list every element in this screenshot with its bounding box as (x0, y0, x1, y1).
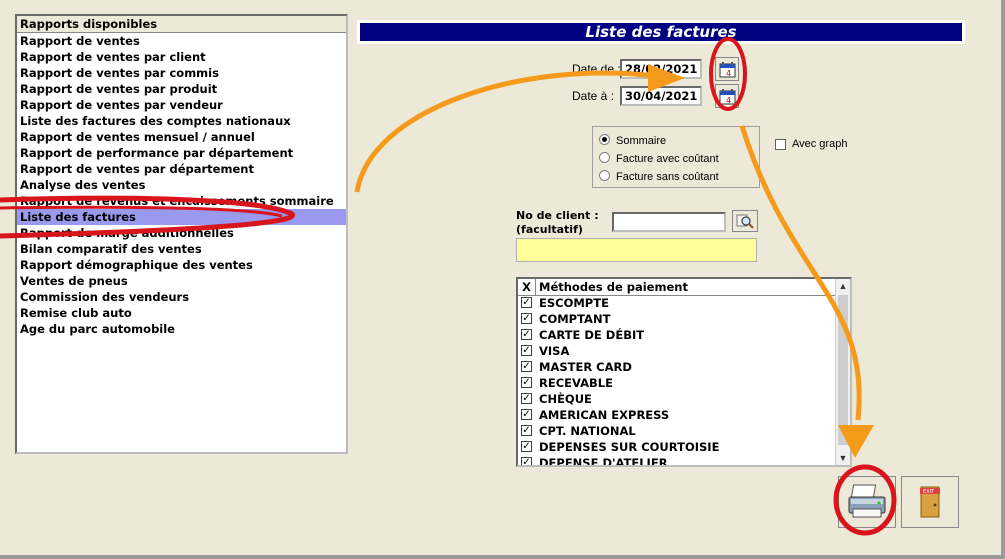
report-type-radio-group: Sommaire Facture avec coûtant Facture sa… (592, 126, 760, 188)
report-item[interactable]: Rapport démographique des ventes (17, 257, 346, 273)
payment-methods-header: X Méthodes de paiement (518, 279, 836, 296)
date-to-calendar-button[interactable]: 4 (715, 84, 739, 108)
payment-method-checkbox[interactable]: ✓ (521, 425, 532, 436)
payment-method-label: DEPENSE D'ATELIER (539, 456, 668, 467)
date-to-label: Date à : (572, 89, 615, 103)
radio-facture-avec-coutant[interactable]: Facture avec coûtant (599, 152, 719, 168)
report-item[interactable]: Bilan comparatif des ventes (17, 241, 346, 257)
reports-list[interactable]: Rapports disponibles Rapport de ventes Ra… (15, 14, 348, 454)
payment-method-label: VISA (539, 344, 570, 358)
scroll-thumb[interactable] (838, 295, 848, 445)
report-item[interactable]: Rapport de ventes par client (17, 49, 346, 65)
report-item[interactable]: Rapport de ventes par produit (17, 81, 346, 97)
radio-icon (599, 152, 610, 163)
payment-method-checkbox[interactable]: ✓ (521, 377, 532, 388)
payment-method-checkbox[interactable]: ✓ (521, 393, 532, 404)
date-from-field[interactable]: 28/02/2021 (620, 59, 702, 79)
payment-method-checkbox[interactable]: ✓ (521, 441, 532, 452)
payment-method-row[interactable]: ✓ RECEVABLE (518, 375, 836, 391)
scroll-down-icon[interactable]: ▼ (836, 451, 850, 465)
report-item[interactable]: Ventes de pneus (17, 273, 346, 289)
payment-method-label: ESCOMPTE (539, 296, 609, 310)
report-item[interactable]: Rapport de ventes par vendeur (17, 97, 346, 113)
report-item[interactable]: Remise club auto (17, 305, 346, 321)
payment-method-label: CARTE DE DÉBIT (539, 328, 645, 342)
report-item[interactable]: Rapport de ventes (17, 33, 346, 49)
payment-method-label: AMERICAN EXPRESS (539, 408, 670, 422)
report-item[interactable]: Rapport de ventes mensuel / annuel (17, 129, 346, 145)
page-title: Liste des factures (357, 20, 965, 44)
report-item[interactable]: Analyse des ventes (17, 177, 346, 193)
payment-method-row[interactable]: ✓ DEPENSES SUR COURTOISIE (518, 439, 836, 455)
payment-method-label: RECEVABLE (539, 376, 613, 390)
printer-icon (848, 484, 886, 518)
payment-method-checkbox[interactable]: ✓ (521, 297, 532, 308)
date-from-calendar-button[interactable]: 4 (715, 57, 739, 81)
payment-method-row[interactable]: ✓ DEPENSE D'ATELIER (518, 455, 836, 467)
payment-method-row[interactable]: ✓ MASTER CARD (518, 359, 836, 375)
report-item[interactable]: Rapport de marge additionnelles (17, 225, 346, 241)
radio-selected-icon (599, 134, 610, 145)
avec-graph-checkbox[interactable] (775, 139, 786, 150)
report-item[interactable]: Commission des vendeurs (17, 289, 346, 305)
payment-method-row[interactable]: ✓ CHÈQUE (518, 391, 836, 407)
calendar-icon: 4 (719, 62, 736, 78)
radio-label: Facture avec coûtant (616, 153, 719, 165)
payment-method-checkbox[interactable]: ✓ (521, 409, 532, 420)
payment-methods-table[interactable]: X Méthodes de paiement ✓ ESCOMPTE ✓ COMPTAN… (516, 277, 852, 467)
avec-graph-label: Avec graph (792, 138, 848, 150)
payment-method-row[interactable]: ✓ CPT. NATIONAL (518, 423, 836, 439)
method-column-header: Méthodes de paiement (539, 280, 688, 294)
payment-methods-scrollbar[interactable]: ▲ ▼ (835, 279, 850, 465)
client-number-label: No de client : (516, 209, 599, 222)
select-column-header: X (518, 279, 536, 295)
radio-icon (599, 170, 610, 181)
radio-label: Sommaire (616, 135, 667, 147)
report-item[interactable]: Liste des factures des comptes nationaux (17, 113, 346, 129)
exit-button[interactable]: EXIT (901, 476, 959, 528)
payment-method-row[interactable]: ✓ CARTE DE DÉBIT (518, 327, 836, 343)
report-item[interactable]: Liste des factures (17, 209, 346, 225)
payment-method-checkbox[interactable]: ✓ (521, 345, 532, 356)
scroll-up-icon[interactable]: ▲ (836, 279, 850, 293)
report-item[interactable]: Rapport de revenus et encaissements somm… (17, 193, 346, 209)
report-item[interactable]: Rapport de ventes par département (17, 161, 346, 177)
exit-door-icon: EXIT (920, 486, 940, 518)
date-from-label: Date de : (572, 62, 621, 76)
report-item[interactable]: Rapport de performance par département (17, 145, 346, 161)
svg-text:4: 4 (726, 96, 731, 105)
print-button[interactable] (838, 476, 896, 528)
exit-sign-label: EXIT (923, 489, 935, 495)
client-name-display (516, 238, 757, 262)
client-search-button[interactable] (732, 210, 758, 232)
svg-text:4: 4 (726, 69, 731, 78)
radio-sommaire[interactable]: Sommaire (599, 134, 666, 150)
payment-method-label: CHÈQUE (539, 392, 592, 406)
reports-list-items: Rapport de ventes Rapport de ventes par c… (17, 33, 346, 337)
reports-list-header: Rapports disponibles (17, 16, 346, 33)
payment-method-row[interactable]: ✓ COMPTANT (518, 311, 836, 327)
report-item[interactable]: Rapport de ventes par commis (17, 65, 346, 81)
payment-method-row[interactable]: ✓ VISA (518, 343, 836, 359)
payment-method-label: COMPTANT (539, 312, 611, 326)
date-to-field[interactable]: 30/04/2021 (620, 86, 702, 106)
report-item[interactable]: Age du parc automobile (17, 321, 346, 337)
payment-method-checkbox[interactable]: ✓ (521, 329, 532, 340)
payment-method-checkbox[interactable]: ✓ (521, 361, 532, 372)
payment-method-row[interactable]: ✓ ESCOMPTE (518, 295, 836, 311)
calendar-icon: 4 (719, 89, 736, 105)
client-number-input[interactable] (612, 212, 726, 232)
payment-method-label: CPT. NATIONAL (539, 424, 636, 438)
client-optional-label: (facultatif) (516, 223, 583, 236)
radio-label: Facture sans coûtant (616, 171, 719, 183)
search-icon (736, 214, 754, 229)
payment-method-row[interactable]: ✓ AMERICAN EXPRESS (518, 407, 836, 423)
payment-method-checkbox[interactable]: ✓ (521, 457, 532, 465)
radio-facture-sans-coutant[interactable]: Facture sans coûtant (599, 170, 719, 186)
report-window: Rapports disponibles Rapport de ventes Ra… (0, 0, 1005, 559)
payment-method-label: DEPENSES SUR COURTOISIE (539, 440, 720, 454)
payment-method-label: MASTER CARD (539, 360, 632, 374)
payment-method-checkbox[interactable]: ✓ (521, 313, 532, 324)
